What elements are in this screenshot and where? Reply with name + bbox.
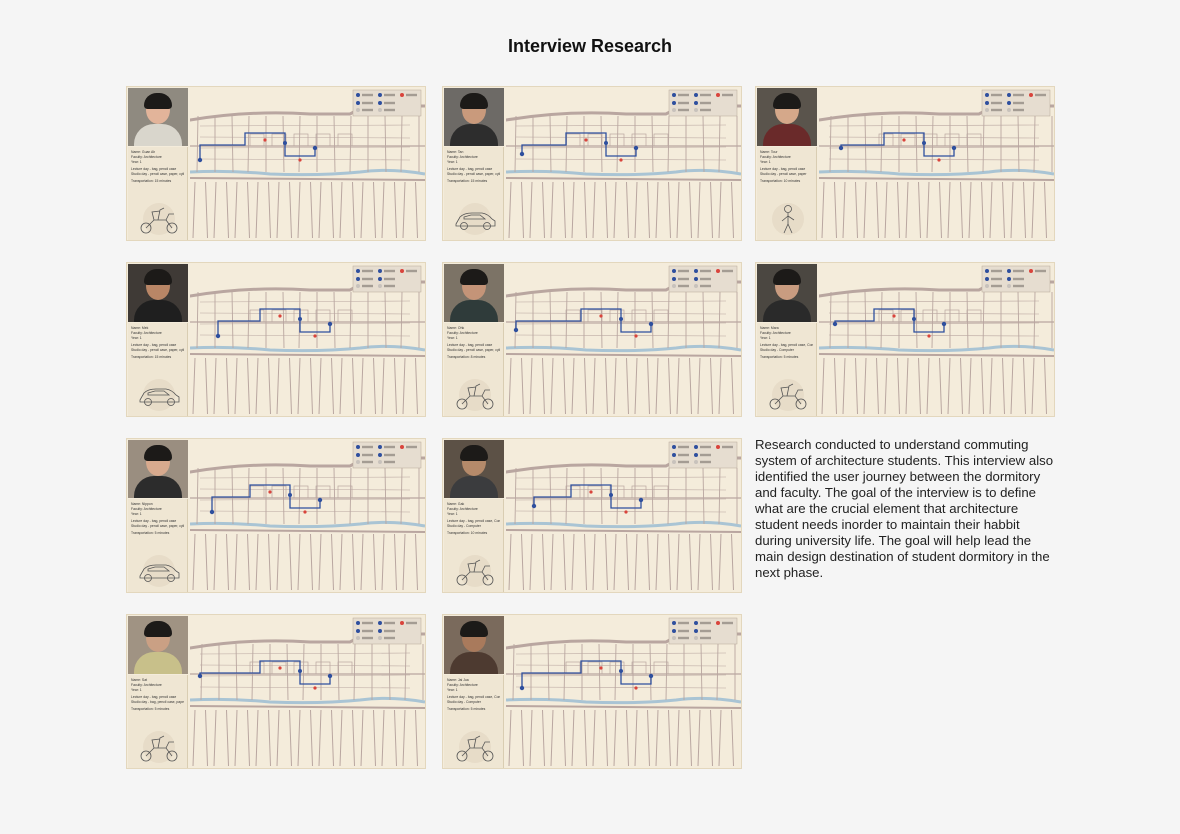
interview-card: Name: Sat Faculty: Architecture Year: 1 Lec… (126, 614, 426, 769)
interviewee-photo (444, 264, 504, 322)
interview-card: Name: Tour Faculty: Architecture Year: 1 Le… (755, 86, 1055, 241)
studio-day-tools: Studio day - pencil case, paper, cylinde… (131, 348, 184, 352)
motorbike-icon (136, 202, 182, 236)
studio-day-tools: Studio day - bag, pencil case, paper (131, 700, 184, 704)
motorbike-icon (452, 730, 498, 764)
interviewee-info: Name: Nippon Faculty: Architecture Year: 1… (128, 499, 188, 592)
transportation-time: Transportation: 15 minutes (447, 179, 488, 183)
transportation-time: Transportation: 5 minutes (131, 707, 170, 711)
route-map (506, 88, 741, 240)
studio-day-tools: Studio day - pencil case, paper, cylinde… (131, 172, 184, 176)
interviewee-info: Name: Ohk Faculty: Architecture Year: 1 Lec… (444, 323, 504, 416)
transportation-time: Transportation: 10 minutes (760, 179, 801, 183)
interviewee-photo (128, 616, 188, 674)
car-icon (136, 378, 182, 412)
interview-card: Name: Nippon Faculty: Architecture Year: 1… (126, 438, 426, 593)
transportation-time: Transportation: 10 minutes (447, 531, 488, 535)
commute-map (506, 440, 741, 592)
commute-map (506, 616, 741, 768)
walk-icon (765, 202, 811, 236)
motorbike-icon (452, 554, 498, 588)
interviewee-photo (444, 88, 504, 146)
commute-map (190, 440, 425, 592)
transportation-time: Transportation: 5 minutes (760, 355, 799, 359)
route-map (190, 440, 425, 592)
studio-day-tools: Studio day - pencil case, paper, cylinde… (447, 348, 500, 352)
interview-card: Name: Jai Jua Faculty: Architecture Year: … (442, 614, 742, 769)
interviewee-photo (128, 264, 188, 322)
route-map (190, 616, 425, 768)
interviewee-info: Name: Guan Ah Faculty: Architecture Year: … (128, 147, 188, 240)
transportation-time: Transportation: 15 minutes (131, 355, 172, 359)
route-map (190, 264, 425, 416)
route-map (506, 440, 741, 592)
interviewee-info: Name: Gak Faculty: Architecture Year: 1 Lec… (444, 499, 504, 592)
studio-day-tools: Studio day - pencil case, paper, cylinde… (447, 172, 500, 176)
motorbike-icon (765, 378, 811, 412)
page-title: Interview Research (507, 36, 673, 56)
interview-card: Name: Mara Faculty: Architecture Year: 1 Le… (755, 262, 1055, 417)
interviewee-photo (757, 88, 817, 146)
interviewee-photo (128, 88, 188, 146)
commute-map (190, 616, 425, 768)
car-icon (136, 554, 182, 588)
route-map (506, 616, 741, 768)
interviewee-photo (128, 440, 188, 498)
interviewee-photo (757, 264, 817, 322)
interview-card: Name: Gak Faculty: Architecture Year: 1 Lec… (442, 438, 742, 593)
interviewee-info: Name: Tour Faculty: Architecture Year: 1 Le… (757, 147, 817, 240)
studio-day-tools: Studio day - pencil case, paper, cylinde… (131, 524, 184, 528)
interviewee-info: Name: Jai Jua Faculty: Architecture Year: … (444, 675, 504, 768)
interviewee-info: Name: Mek Faculty: Architecture Year: 1 Lec… (128, 323, 188, 416)
research-description: Research conducted to understand commuti… (755, 437, 1054, 580)
interviewee-photo (444, 616, 504, 674)
commute-map (190, 264, 425, 416)
commute-map (819, 264, 1054, 416)
transportation-time: Transportation: 15 minutes (131, 179, 172, 183)
commute-map (506, 264, 741, 416)
commute-map (190, 88, 425, 240)
interview-card: Name: Mek Faculty: Architecture Year: 1 Lec… (126, 262, 426, 417)
motorbike-icon (452, 378, 498, 412)
interviewee-info: Name: Sat Faculty: Architecture Year: 1 Lec… (128, 675, 188, 768)
studio-day-tools: Studio day - pencil case, paper (760, 172, 807, 176)
transportation-time: Transportation: 5 minutes (447, 707, 486, 711)
transportation-time: Transportation: 5 minutes (131, 531, 170, 535)
route-map (506, 264, 741, 416)
interview-card: Name: Tan Faculty: Architecture Year: 1 Lec… (442, 86, 742, 241)
route-map (819, 264, 1054, 416)
interviewee-photo (444, 440, 504, 498)
route-map (190, 88, 425, 240)
commute-map (819, 88, 1054, 240)
interview-card: Name: Ohk Faculty: Architecture Year: 1 Lec… (442, 262, 742, 417)
car-icon (452, 202, 498, 236)
transportation-time: Transportation: 8 minutes (447, 355, 486, 359)
motorbike-icon (136, 730, 182, 764)
interview-card: Name: Guan Ah Faculty: Architecture Year: … (126, 86, 426, 241)
interviewee-info: Name: Tan Faculty: Architecture Year: 1 Lec… (444, 147, 504, 240)
commute-map (506, 88, 741, 240)
route-map (819, 88, 1054, 240)
interviewee-info: Name: Mara Faculty: Architecture Year: 1 Le… (757, 323, 817, 416)
